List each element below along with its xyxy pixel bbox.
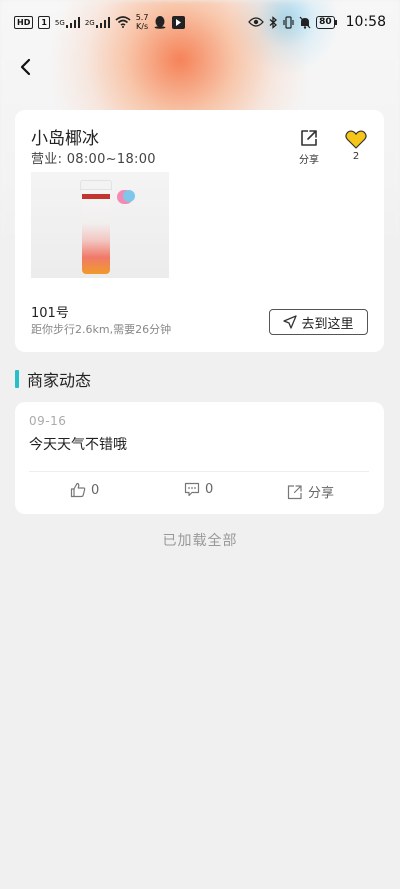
store-hours: 营业: 08:00~18:00	[31, 152, 156, 167]
navigation-arrow-icon	[283, 315, 298, 329]
post-date: 09-16	[29, 414, 67, 428]
share-out-icon	[287, 484, 302, 499]
comment-count: 0	[205, 482, 214, 497]
eye-icon	[248, 17, 264, 27]
favorite-button[interactable]: 2	[343, 130, 369, 162]
network-speed: 5.7 K/s	[135, 13, 149, 31]
like-count: 0	[91, 482, 100, 498]
section-header: 商家动态	[15, 368, 91, 390]
post-card: 09-16 今天天气不错哦 0 0 分享	[15, 402, 384, 514]
section-accent-bar	[15, 370, 19, 388]
vibrate-icon	[283, 15, 294, 29]
comment-icon	[184, 482, 200, 497]
favorite-count: 2	[352, 151, 360, 162]
clock: 10:58	[345, 14, 386, 30]
post-text: 今天天气不错哦	[29, 437, 127, 453]
bluetooth-icon	[269, 15, 278, 29]
status-right: 80 10:58	[248, 14, 386, 30]
store-name: 小岛椰冰	[31, 129, 99, 149]
post-divider	[29, 471, 369, 472]
share-out-icon	[301, 130, 317, 146]
brand-tag-secondary	[123, 190, 135, 202]
post-share-label: 分享	[308, 486, 335, 501]
store-address-number: 101号	[31, 306, 69, 321]
heart-icon	[345, 130, 367, 149]
post-share-button[interactable]: 分享	[287, 482, 334, 501]
sim-badge: 1	[38, 15, 50, 29]
back-button[interactable]	[12, 54, 38, 80]
store-share-button[interactable]: 分享	[293, 128, 325, 166]
chevron-left-icon	[20, 58, 31, 76]
mute-bell-icon	[299, 16, 311, 29]
navigate-here-button[interactable]: 去到这里	[269, 309, 368, 335]
thumbs-up-icon	[70, 482, 86, 498]
hd-badge: HD	[14, 15, 34, 29]
store-info-card: 小岛椰冰 营业: 08:00~18:00 分享 2 101号 距你步行2.6km…	[15, 110, 384, 352]
loaded-all-footer: 已加载全部	[162, 533, 238, 549]
signal-5g-icon: 5G	[55, 16, 80, 28]
share-label: 分享	[299, 155, 319, 166]
battery-icon: 80	[316, 15, 337, 29]
qq-icon	[153, 15, 167, 29]
product-image[interactable]	[31, 172, 169, 278]
drink-cup	[80, 180, 112, 274]
app-notification-icon	[172, 15, 186, 29]
status-bar: HD 1 5G 2G 5.7 K/s 80 10:58	[0, 0, 400, 44]
section-title: 商家动态	[27, 371, 92, 390]
comment-button[interactable]: 0	[184, 482, 213, 497]
post-actions: 0 0 分享	[15, 482, 384, 506]
status-left: HD 1 5G 2G 5.7 K/s	[14, 13, 186, 31]
signal-2g-icon: 2G	[85, 16, 110, 28]
navigate-label: 去到这里	[301, 316, 354, 332]
like-button[interactable]: 0	[70, 482, 99, 498]
walking-distance: 距你步行2.6km,需要26分钟	[31, 323, 172, 336]
wifi-icon	[115, 16, 131, 28]
